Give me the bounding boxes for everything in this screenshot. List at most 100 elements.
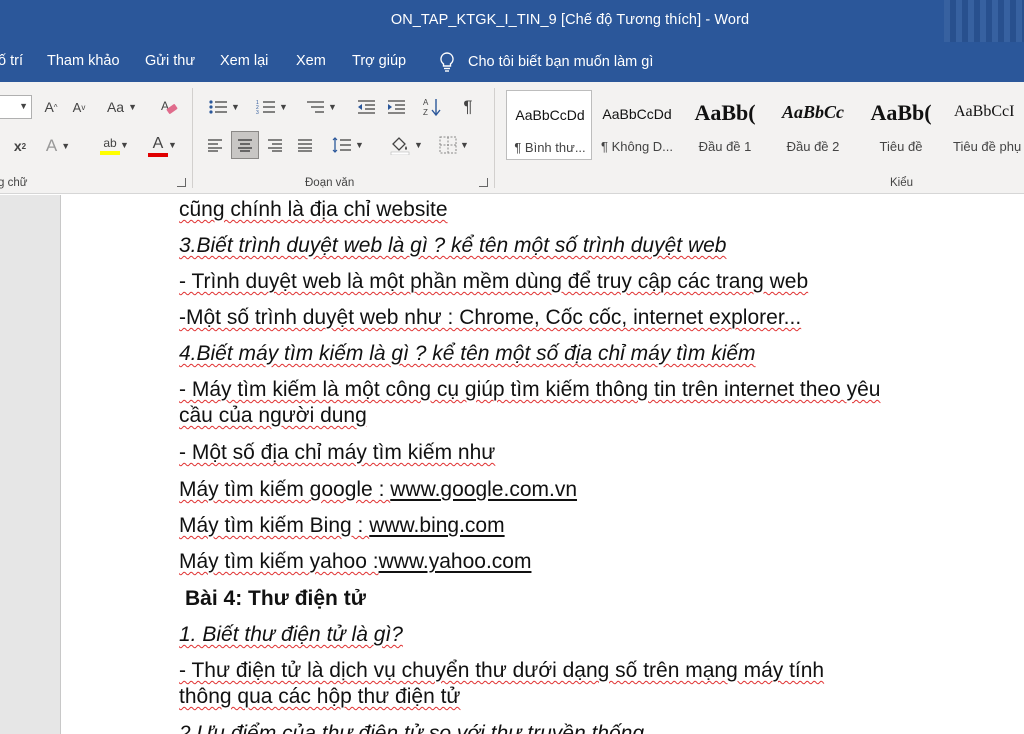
font-dialog-launcher[interactable] — [177, 178, 186, 187]
chevron-down-icon: ▼ — [328, 102, 337, 112]
group-label-font: g chữ — [0, 177, 28, 189]
shrink-font-icon: A — [72, 99, 82, 115]
tell-me-search[interactable]: Cho tôi biết bạn muốn làm gì — [438, 50, 653, 74]
style-name: Tiêu đề — [879, 139, 923, 154]
styles-gallery: AaBbCcDd ¶ Bình thư... AaBbCcDd ¶ Không … — [503, 86, 1024, 166]
paragraph-dialog-launcher[interactable] — [479, 178, 488, 187]
show-formatting-button[interactable]: ¶ — [456, 95, 480, 119]
chevron-down-icon[interactable]: ▼ — [168, 140, 177, 150]
grow-font-button[interactable]: A ^ — [40, 96, 62, 118]
tab-view[interactable]: Xem — [296, 53, 326, 69]
tell-me-placeholder: Cho tôi biết bạn muốn làm gì — [468, 54, 654, 70]
line-spacing-icon — [332, 137, 352, 153]
style-heading-1[interactable]: AaBb( Đầu đề 1 — [682, 90, 768, 160]
font-size-box[interactable]: ▼ — [0, 95, 32, 119]
line-spacing-button[interactable]: ▼ — [328, 133, 368, 157]
chevron-down-icon: ▼ — [279, 102, 288, 112]
document-page[interactable]: cũng chính là địa chỉ website 3.Biết trì… — [60, 195, 1024, 734]
doc-text: 2.Ưu điểm của thư điện tử so với thư tru… — [179, 722, 645, 734]
hyperlink-yahoo[interactable]: www.yahoo.com — [379, 550, 532, 573]
shading-button[interactable]: ▼ — [384, 132, 428, 158]
doc-line: - Máy tìm kiếm là một công cụ giúp tìm k… — [179, 378, 880, 402]
hyperlink-bing[interactable]: www.bing.com — [369, 514, 504, 537]
highlight-color-bar — [100, 151, 120, 155]
borders-button[interactable]: ▼ — [434, 133, 474, 157]
increase-indent-button[interactable] — [384, 96, 408, 118]
chevron-down-icon: ▼ — [231, 102, 240, 112]
align-left-button[interactable] — [204, 133, 226, 157]
style-sample: AaBbCcI — [954, 103, 1015, 120]
align-center-button[interactable] — [231, 131, 259, 159]
doc-text: - Một số địa chỉ máy tìm kiếm như — [179, 441, 496, 464]
doc-text: - Thư điện tử là dịch vụ chuyển thư dưới… — [179, 659, 825, 682]
doc-text: 1. Biết thư điện tử là gì? — [179, 623, 403, 646]
doc-text: - Máy tìm kiếm là một công cụ giúp tìm k… — [179, 378, 881, 401]
doc-text: Bài 4: Thư điện tử — [185, 587, 366, 610]
text-effects-button[interactable]: A ▼ — [40, 134, 76, 158]
style-sample: AaBbCcDd — [602, 106, 672, 122]
chevron-down-icon[interactable]: ▼ — [120, 140, 129, 150]
sort-button[interactable]: AZ — [420, 95, 444, 119]
sort-icon: AZ — [423, 98, 441, 117]
style-subtitle[interactable]: AaBbCcI Tiêu đề phụ — [946, 90, 1024, 160]
clear-formatting-button[interactable]: A — [156, 94, 182, 120]
doc-text: cầu của người dung — [179, 404, 367, 427]
doc-text: 4.Biết máy tìm kiếm là gì ? kể tên một s… — [179, 342, 756, 365]
svg-text:A: A — [423, 98, 429, 107]
change-case-button[interactable]: Aa ▼ — [102, 96, 142, 118]
lightbulb-icon — [440, 52, 454, 72]
group-separator — [494, 88, 495, 188]
doc-section-heading: Bài 4: Thư điện tử — [185, 587, 366, 611]
superscript-sup: 2 — [21, 141, 27, 151]
hyperlink-google[interactable]: www.google.com.vn — [390, 478, 577, 501]
doc-line: Máy tìm kiếm yahoo :www.yahoo.com — [179, 550, 531, 574]
style-name: Đầu đề 1 — [698, 139, 752, 154]
decrease-indent-icon — [358, 100, 375, 114]
tab-review[interactable]: Xem lại — [220, 53, 268, 69]
style-name: ¶ Bình thư... — [514, 140, 586, 155]
style-normal[interactable]: AaBbCcDd ¶ Bình thư... — [506, 90, 592, 160]
tab-mailings[interactable]: Gửi thư — [145, 53, 195, 69]
tab-layout[interactable]: ố trí — [0, 53, 23, 69]
numbering-button[interactable]: 123 ▼ — [252, 96, 292, 118]
style-heading-2[interactable]: AaBbCc Đầu đề 2 — [770, 90, 856, 160]
chevron-down-icon: ▼ — [460, 140, 469, 150]
title-bar: ON_TAP_KTGK_I_TIN_9 [Chế độ Tương thích]… — [0, 0, 1024, 42]
style-name: ¶ Không D... — [600, 139, 674, 154]
tab-help[interactable]: Trợ giúp — [352, 53, 406, 69]
change-case-icon: Aa — [106, 99, 125, 115]
doc-line: cũng chính là địa chỉ website — [179, 198, 448, 222]
multilevel-list-icon — [307, 101, 325, 113]
align-right-button[interactable] — [264, 133, 286, 157]
tab-references[interactable]: Tham khảo — [47, 53, 120, 69]
justify-button[interactable] — [294, 133, 316, 157]
group-label-styles: Kiểu — [890, 177, 914, 189]
style-sample: AaBb( — [694, 100, 756, 125]
shrink-font-button[interactable]: Av — [68, 96, 90, 118]
style-no-spacing[interactable]: AaBbCcDd ¶ Không D... — [594, 90, 680, 160]
borders-icon — [439, 136, 457, 154]
chevron-down-icon: ▼ — [355, 140, 364, 150]
doc-text: thông qua các hộp thư điện tử — [179, 685, 461, 708]
doc-line: Máy tìm kiếm google : www.google.com.vn — [179, 478, 577, 502]
chevron-down-icon: ▼ — [19, 101, 28, 111]
doc-text: 3.Biết trình duyệt web là gì ? kể tên mộ… — [179, 234, 727, 257]
document-area: cũng chính là địa chỉ website 3.Biết trì… — [0, 195, 1024, 734]
numbering-icon: 123 — [256, 100, 276, 115]
doc-line: - Một số địa chỉ máy tìm kiếm như — [179, 441, 495, 465]
bullets-button[interactable]: ▼ — [204, 96, 244, 118]
decrease-indent-button[interactable] — [354, 96, 378, 118]
doc-text: Máy tìm kiếm google : — [179, 478, 391, 501]
align-center-icon — [238, 139, 252, 152]
bullets-icon — [209, 100, 228, 114]
increase-indent-icon — [388, 100, 405, 114]
superscript-button[interactable]: x2 — [8, 134, 32, 158]
style-title[interactable]: AaBb( Tiêu đề — [858, 90, 944, 160]
chevron-down-icon: ▼ — [61, 141, 71, 151]
doc-text: - Trình duyệt web là một phần mềm dùng đ… — [179, 270, 809, 293]
multilevel-list-button[interactable]: ▼ — [301, 96, 341, 118]
window-title: ON_TAP_KTGK_I_TIN_9 [Chế độ Tương thích]… — [390, 12, 750, 28]
eraser-icon: A — [161, 99, 178, 114]
paint-bucket-icon — [390, 137, 410, 155]
justify-icon — [298, 139, 312, 152]
